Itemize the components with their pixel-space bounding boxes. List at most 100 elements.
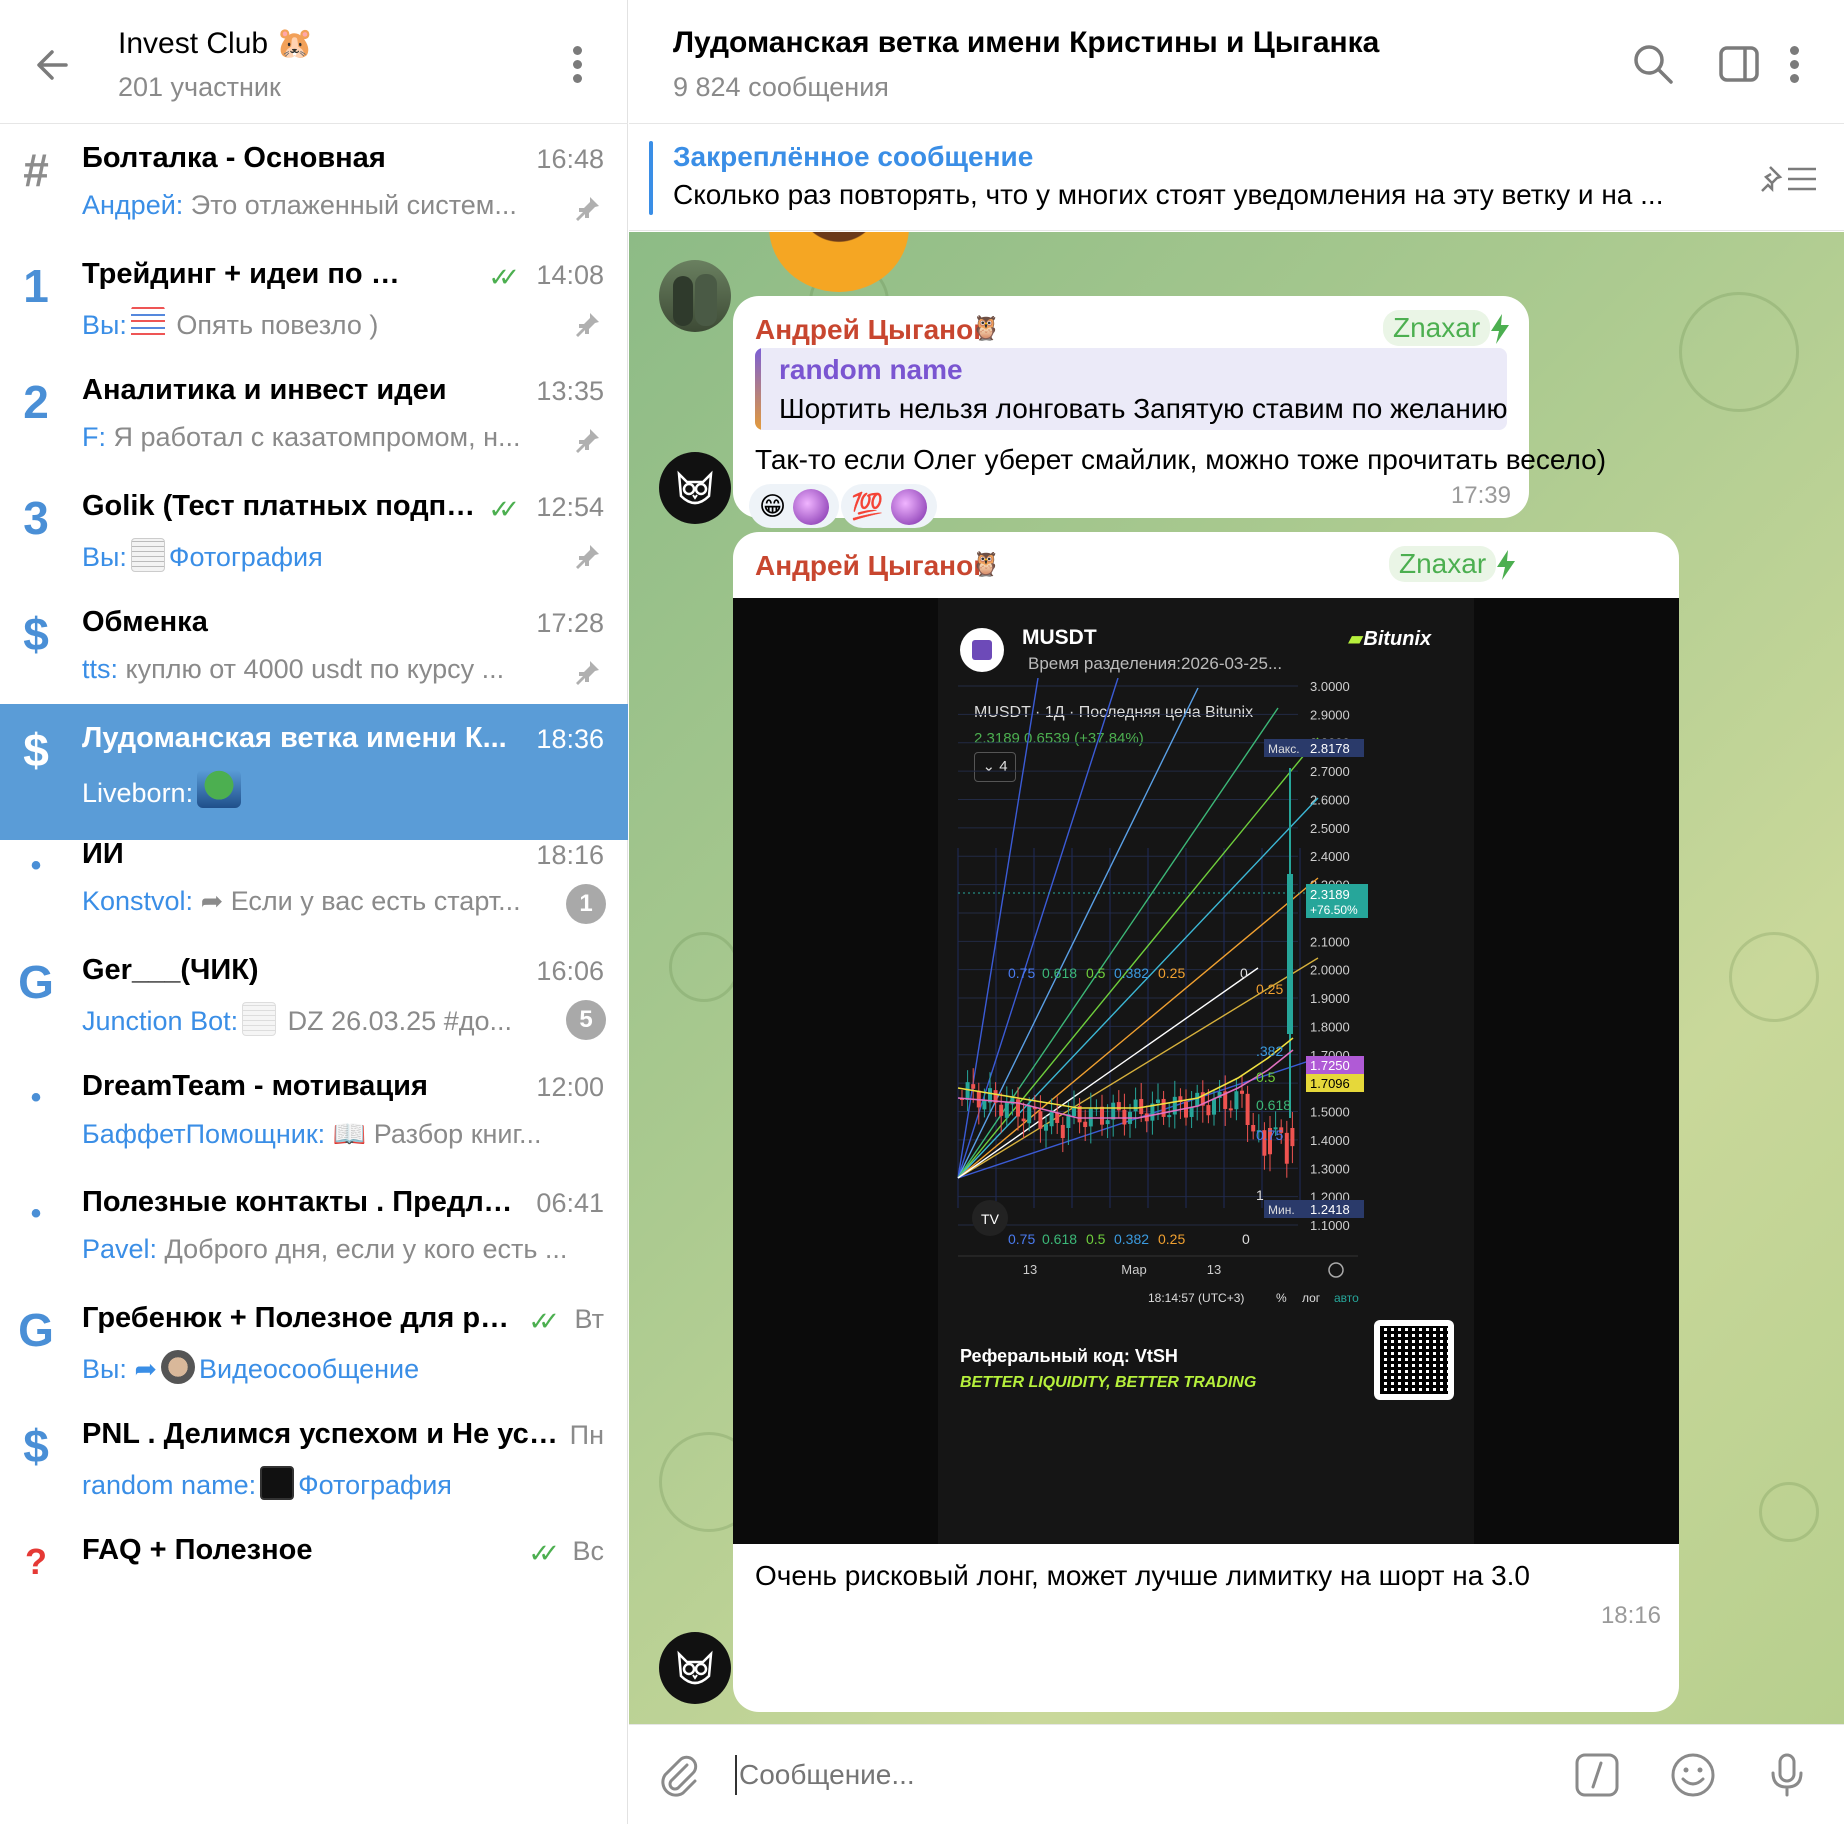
owl-avatar[interactable] <box>659 452 731 524</box>
topic-time: 18:16 <box>536 840 604 870</box>
candle-body <box>1144 1113 1149 1122</box>
price-tick: 2.4000 <box>1310 849 1350 864</box>
split-time: Время разделения:2026-03-25... <box>1028 654 1283 673</box>
pin-icon <box>576 661 599 685</box>
candle-body <box>1016 1099 1020 1117</box>
topic-preview: Liveborn: <box>82 770 552 809</box>
user-avatar-photo[interactable] <box>659 260 731 332</box>
reactor-avatar <box>793 489 830 525</box>
candle-body <box>999 1104 1004 1116</box>
fib-label-top: 0.618 <box>1042 965 1077 981</box>
pinned-indicator <box>649 141 653 215</box>
topic-time: Пн <box>569 1420 604 1450</box>
chat-menu-icon[interactable] <box>1785 40 1805 90</box>
sender-name[interactable]: Андрей Цыганок <box>755 314 987 346</box>
member-rank: Znaxar <box>1383 310 1491 346</box>
message-input[interactable] <box>739 1753 1389 1797</box>
price-tick: 1.4000 <box>1310 1133 1350 1148</box>
pinned-message-bar[interactable]: Закреплённое сообщение Сколько раз повто… <box>629 125 1844 231</box>
candle-body <box>965 1082 970 1100</box>
candle-body <box>1161 1098 1166 1117</box>
footer-log: лог <box>1302 1291 1321 1305</box>
attach-paperclip-icon[interactable] <box>655 1751 703 1799</box>
qr-code <box>1374 1320 1454 1400</box>
message-area: Андрей Цыганок 🦉 Znaxar random name Шорт… <box>629 232 1844 1724</box>
microphone-icon[interactable] <box>1763 1751 1811 1799</box>
number-three-icon: 3 <box>23 492 49 544</box>
topic-preview: Андрей: Это отлаженный систем... <box>82 190 517 220</box>
fib-label-top: 0.382 <box>1114 965 1149 981</box>
x-tick-label: 13 <box>1207 1262 1221 1277</box>
dot-icon: • <box>30 849 42 882</box>
topic-preview: Вы: Фотография <box>82 538 552 573</box>
candle-body <box>1245 1093 1250 1125</box>
fib-label-top: 0.75 <box>1008 965 1035 981</box>
emoji-icon[interactable] <box>1669 1751 1717 1799</box>
pinned-text: Сколько раз повторять, что у многих стоя… <box>673 179 1664 210</box>
sender-name[interactable]: Андрей Цыганок <box>755 550 987 582</box>
chart-settings-icon <box>1328 1262 1344 1278</box>
coin-logo-icon <box>960 628 1004 672</box>
footer-auto: авто <box>1334 1291 1359 1305</box>
price-tag-purple: 1.7250 <box>1310 1058 1350 1073</box>
topic-time: 18:36 <box>536 724 604 754</box>
message-bubble[interactable]: Андрей Цыганок 🦉 Znaxar MUSDT Время разд… <box>733 532 1679 1712</box>
footer-percent: % <box>1276 1291 1287 1305</box>
topic-title: PNL . Делимся успехом и Не усп... <box>82 1418 562 1450</box>
message-bubble[interactable]: Андрей Цыганок 🦉 Znaxar random name Шорт… <box>733 296 1606 528</box>
trend-line <box>957 967 1259 1179</box>
owl-icon <box>677 470 713 505</box>
owl-avatar[interactable] <box>659 1632 731 1704</box>
message-text: Так-то если Олег уберет смайлик, можно т… <box>755 444 1607 475</box>
unread-badge: 1 <box>566 884 606 924</box>
price-tick: 2.7000 <box>1310 764 1350 779</box>
fib-label-bottom: 0.25 <box>1158 1231 1185 1247</box>
google-g-icon: G <box>18 956 54 1008</box>
bot-command-icon[interactable] <box>1573 1751 1621 1799</box>
topic-preview: Junction Bot: DZ 26.03.25 #до... <box>82 1002 552 1037</box>
forward-icon: ➦ <box>126 1354 158 1384</box>
price-tick: 2.0000 <box>1310 963 1350 978</box>
dollar-icon: $ <box>23 724 49 776</box>
topic-title: Гребенюк + Полезное для ре... <box>82 1302 512 1334</box>
candle-body <box>1189 1107 1194 1117</box>
reaction-grin[interactable]: 😁 <box>749 484 840 528</box>
candle-body <box>982 1100 987 1110</box>
candle-body <box>1122 1109 1127 1125</box>
message-time: 18:16 <box>1600 1602 1661 1629</box>
reply-quote[interactable]: random name Шортить нельзя лонговать Зап… <box>755 348 1507 430</box>
pin-icon <box>576 197 599 221</box>
dollar-icon: $ <box>23 608 49 660</box>
candle-body <box>1167 1115 1172 1118</box>
trading-screenshot[interactable]: MUSDT Время разделения:2026-03-25... ▰Bi… <box>733 598 1679 1544</box>
candle-body <box>1044 1124 1048 1131</box>
fib-label-bottom: 0.5 <box>1086 1231 1106 1247</box>
ma-line <box>957 1037 1294 1109</box>
pin-icon <box>576 545 599 569</box>
message-count: 9 824 сообщения <box>673 72 889 102</box>
topic-title: Обменка <box>82 606 208 638</box>
topic-preview: БаффетПомощник: 📖 Разбор книг... <box>82 1119 542 1149</box>
phone-screen: MUSDT Время разделения:2026-03-25... ▰Bi… <box>938 598 1474 1544</box>
back-arrow-icon[interactable] <box>30 40 80 90</box>
group-menu-icon[interactable] <box>568 40 588 90</box>
search-icon[interactable] <box>1629 40 1677 88</box>
candle-body <box>1116 1102 1121 1111</box>
topic-item-faq[interactable]: ? FAQ + Полезное ✓✓ Вс <box>0 1516 628 1652</box>
topic-time: 14:08 <box>536 260 604 290</box>
price-tag-yellow: 1.7096 <box>1310 1076 1350 1091</box>
price-tick: 3.0000 <box>1310 679 1350 694</box>
slogan: BETTER LIQUIDITY, BETTER TRADING <box>960 1374 1257 1391</box>
fib-label-right: .382 <box>1256 1043 1283 1059</box>
dot-icon: • <box>30 1197 42 1230</box>
sidebar-toggle-icon[interactable] <box>1715 40 1763 88</box>
hash-icon: # <box>23 144 49 196</box>
reaction-hundred[interactable]: 💯 <box>841 484 937 528</box>
pinned-list-icon[interactable] <box>1760 159 1820 199</box>
topic-title: ИИ <box>82 838 124 870</box>
candle-body <box>1105 1120 1110 1125</box>
candle-body <box>1290 1128 1295 1147</box>
member-rank: Znaxar <box>1389 546 1497 582</box>
topic-title: FAQ + Полезное <box>82 1534 313 1566</box>
photo-thumb <box>130 538 165 572</box>
